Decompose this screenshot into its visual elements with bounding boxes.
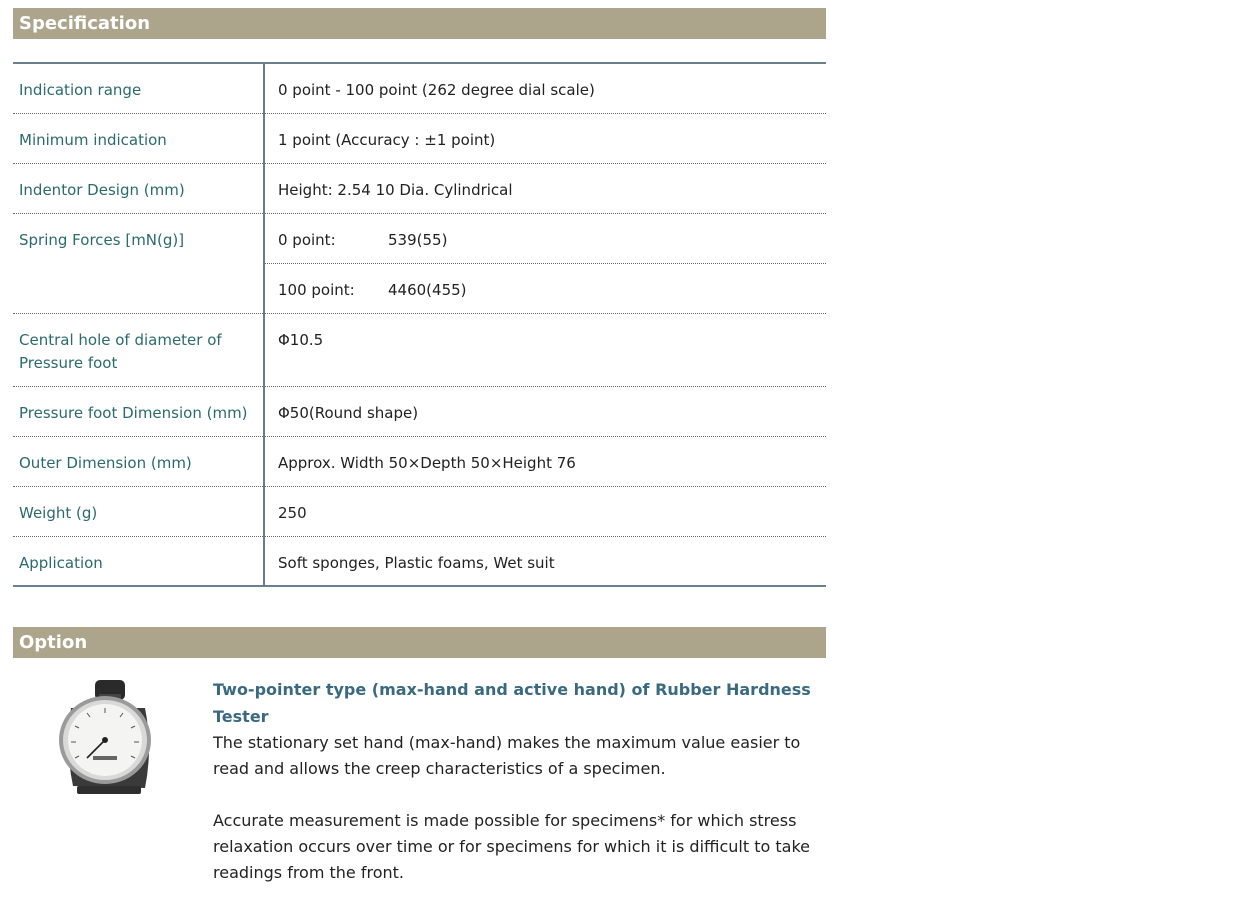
spec-value: Height: 2.54 10 Dia. Cylindrical <box>264 163 826 214</box>
table-row: Indication range 0 point - 100 point (26… <box>13 63 826 114</box>
table-row: Pressure foot Dimension (mm) Φ50(Round s… <box>13 386 826 437</box>
spring-force-key: 100 point: <box>278 280 355 299</box>
spec-label: Indication range <box>13 63 265 114</box>
spec-value: Φ50(Round shape) <box>264 386 826 437</box>
table-row: Minimum indication 1 point (Accuracy : ±… <box>13 113 826 164</box>
spring-force-value: 539(55) <box>388 230 448 249</box>
spec-value: 250 <box>264 486 826 537</box>
rubber-hardness-tester-image <box>59 680 151 794</box>
option-title: Two-pointer type (max-hand and active ha… <box>213 680 811 726</box>
spec-label: Weight (g) <box>13 486 265 537</box>
table-row: Outer Dimension (mm) Approx. Width 50×De… <box>13 436 826 487</box>
spec-label: Minimum indication <box>13 113 265 164</box>
table-row: Central hole of diameter of Pressure foo… <box>13 313 826 387</box>
specification-table: Indication range 0 point - 100 point (26… <box>13 62 826 587</box>
table-row: Indentor Design (mm) Height: 2.54 10 Dia… <box>13 163 826 214</box>
spec-label: Central hole of diameter of Pressure foo… <box>13 313 265 387</box>
spec-value: 1 point (Accuracy : ±1 point) <box>264 113 826 164</box>
spec-value: Soft sponges, Plastic foams, Wet suit <box>278 553 555 572</box>
spec-value: Φ10.5 <box>264 313 826 387</box>
spec-value: Approx. Width 50×Depth 50×Height 76 <box>264 436 826 487</box>
spring-force-subrow: 0 point: 539(55) <box>264 213 826 264</box>
spec-label: Pressure foot Dimension (mm) <box>13 386 265 437</box>
spec-label: Spring Forces [mN(g)] <box>13 213 265 314</box>
option-description: Two-pointer type (max-hand and active ha… <box>213 676 823 886</box>
table-row: Application Soft sponges, Plastic foams,… <box>13 536 826 586</box>
option-heading: Option <box>13 627 826 658</box>
spec-label: Application <box>13 536 265 586</box>
specification-heading: Specification <box>13 8 826 39</box>
spring-force-key: 0 point: <box>278 230 336 249</box>
spring-force-value: 4460(455) <box>388 280 467 299</box>
spring-force-subrow: 100 point: 4460(455) <box>264 263 826 314</box>
spec-value: 0 point - 100 point (262 degree dial sca… <box>264 63 826 114</box>
table-row: Weight (g) 250 <box>13 486 826 537</box>
option-paragraph: The stationary set hand (max-hand) makes… <box>213 733 801 778</box>
spec-label: Indentor Design (mm) <box>13 163 265 214</box>
option-paragraph: Accurate measurement is made possible fo… <box>213 811 810 882</box>
table-row: Spring Forces [mN(g)] 0 point: 539(55) <box>13 213 826 314</box>
spec-label: Outer Dimension (mm) <box>13 436 265 487</box>
